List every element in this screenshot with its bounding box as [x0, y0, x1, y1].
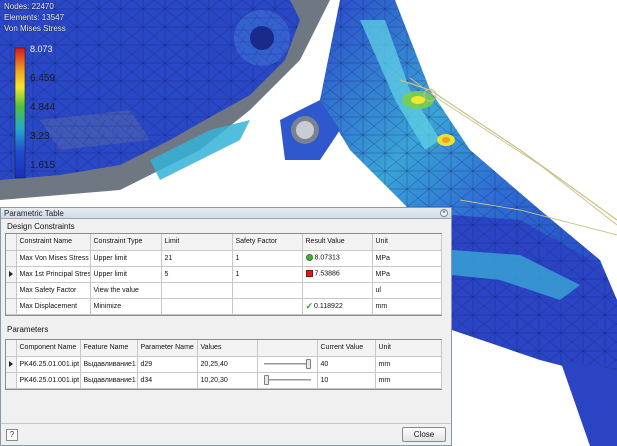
parameter-name: d34: [137, 372, 198, 389]
column-header[interactable]: Constraint Name: [16, 234, 91, 251]
row-selector[interactable]: [6, 356, 17, 373]
help-icon[interactable]: ?: [6, 429, 18, 441]
row-selector[interactable]: [6, 298, 17, 315]
column-header[interactable]: Component Name: [16, 340, 81, 357]
unit-cell: MPa: [372, 266, 442, 283]
result-value-cell: ✓0.118922: [302, 298, 373, 315]
window-close-icon[interactable]: ×: [440, 209, 448, 217]
constraint-type[interactable]: Upper limit: [90, 250, 162, 267]
legend-max-value: 8.073: [30, 44, 53, 54]
check-status-icon: ✓: [305, 301, 314, 311]
row-selector[interactable]: [6, 372, 17, 389]
window-titlebar[interactable]: Parametric Table ×: [1, 208, 451, 219]
slider-cell: [257, 356, 318, 373]
feature-name: Выдавливание1: [80, 356, 138, 373]
constraint-name: Max Safety Factor: [16, 282, 91, 299]
column-header[interactable]: Feature Name: [80, 340, 138, 357]
column-header[interactable]: Parameter Name: [137, 340, 198, 357]
close-button[interactable]: Close: [402, 427, 446, 442]
legend-value-2: 4.844: [30, 102, 56, 113]
result-value-cell: [302, 282, 373, 299]
component-name: PK46.25.01.001.ipt: [16, 372, 81, 389]
parameters-label: Parameters: [7, 325, 49, 334]
slider-thumb[interactable]: [305, 359, 311, 369]
values-cell[interactable]: 20,25,40: [197, 356, 258, 373]
design-constraints-label: Design Constraints: [7, 222, 75, 231]
current-row-arrow-icon: [8, 270, 13, 277]
legend-color-bar: [14, 47, 26, 179]
window-title: Parametric Table: [4, 209, 64, 218]
slider-track: [263, 379, 311, 381]
row-selector[interactable]: [6, 266, 17, 283]
parameters-grid: Component Name Feature Name Parameter Na…: [5, 339, 442, 390]
legend-value-1: 6.459: [30, 73, 56, 84]
slider-cell: [257, 372, 318, 389]
column-header[interactable]: Unit: [372, 234, 442, 251]
table-row[interactable]: Max 1st Principal Stress Upper limit 5 1…: [6, 266, 442, 283]
legend-value-3: 3.23: [30, 131, 50, 142]
column-header[interactable]: Limit: [161, 234, 233, 251]
column-header[interactable]: Values: [197, 340, 258, 357]
nodes-count: Nodes: 22470: [4, 2, 54, 11]
slider-track: [263, 363, 311, 365]
current-row-arrow-icon: [8, 360, 13, 367]
column-header[interactable]: Result Value: [302, 234, 373, 251]
constraints-header-row: Constraint Name Constraint Type Limit Sa…: [6, 234, 442, 251]
constraint-type[interactable]: Minimize: [90, 298, 162, 315]
table-row[interactable]: Max Displacement Minimize ✓0.118922 mm: [6, 298, 442, 315]
current-value-cell[interactable]: 40: [317, 356, 376, 373]
column-header[interactable]: Current Value: [317, 340, 376, 357]
column-header[interactable]: Unit: [375, 340, 442, 357]
value-slider[interactable]: [261, 375, 314, 385]
row-selector[interactable]: [6, 282, 17, 299]
parametric-table-window: Parametric Table × Design Constraints Co…: [0, 207, 452, 446]
safety-factor-cell[interactable]: 1: [232, 250, 303, 267]
current-value-cell[interactable]: 10: [317, 372, 376, 389]
table-row[interactable]: PK46.25.01.001.ipt Выдавливание1 d29 20,…: [6, 356, 442, 373]
unit-cell: mm: [375, 372, 442, 389]
dialog-footer: ? Close: [1, 423, 451, 445]
row-selector[interactable]: [6, 250, 17, 267]
table-row[interactable]: Max Safety Factor View the value ul: [6, 282, 442, 299]
table-row[interactable]: Max Von Mises Stress Upper limit 21 1 8.…: [6, 250, 442, 267]
feature-name: Выдавливание1: [80, 372, 138, 389]
constraint-name: Max 1st Principal Stress: [16, 266, 91, 283]
unit-cell: MPa: [372, 250, 442, 267]
safety-factor-cell[interactable]: 1: [232, 266, 303, 283]
elements-count: Elements: 13547: [4, 13, 65, 22]
limit-cell[interactable]: 21: [161, 250, 233, 267]
parameters-header-row: Component Name Feature Name Parameter Na…: [6, 340, 442, 357]
column-header[interactable]: Constraint Type: [90, 234, 162, 251]
safety-factor-cell[interactable]: [232, 298, 303, 315]
table-row[interactable]: PK46.25.01.001.ipt Выдавливание1 d34 10,…: [6, 372, 442, 389]
value-slider[interactable]: [261, 359, 314, 369]
parameter-name: d29: [137, 356, 198, 373]
limit-cell[interactable]: [161, 298, 233, 315]
column-header[interactable]: Safety Factor: [232, 234, 303, 251]
limit-cell[interactable]: [161, 282, 233, 299]
safety-factor-cell[interactable]: [232, 282, 303, 299]
unit-cell: ul: [372, 282, 442, 299]
constraint-type[interactable]: View the value: [90, 282, 162, 299]
unit-cell: mm: [372, 298, 442, 315]
result-type-label: Von Mises Stress: [4, 24, 66, 33]
legend-value-4: 1.615: [30, 160, 56, 171]
limit-cell[interactable]: 5: [161, 266, 233, 283]
constraints-grid: Constraint Name Constraint Type Limit Sa…: [5, 233, 442, 316]
upper-hole: [250, 26, 274, 50]
constraint-name: Max Displacement: [16, 298, 91, 315]
violation-status-icon: [305, 270, 313, 278]
constraint-type[interactable]: Upper limit: [90, 266, 162, 283]
component-name: PK46.25.01.001.ipt: [16, 356, 81, 373]
column-header[interactable]: [257, 340, 318, 357]
constraint-name: Max Von Mises Stress: [16, 250, 91, 267]
result-value-cell: 8.07313: [302, 250, 373, 267]
unit-cell: mm: [375, 356, 442, 373]
values-cell[interactable]: 10,20,30: [197, 372, 258, 389]
ok-status-icon: [305, 254, 313, 262]
result-value-cell: 7.53886: [302, 266, 373, 283]
slider-thumb[interactable]: [263, 375, 269, 385]
